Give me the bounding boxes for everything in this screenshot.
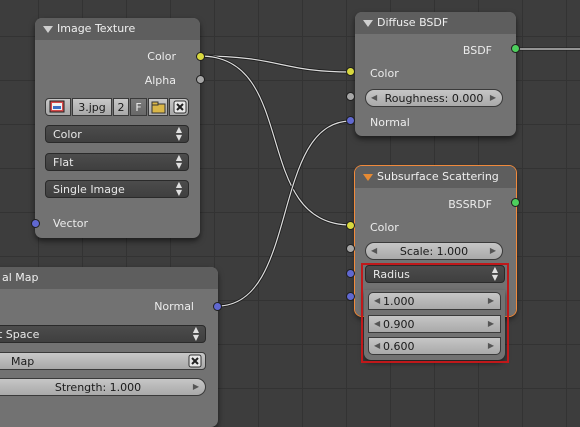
- strength-field[interactable]: Strength: 1.000 ▶: [0, 378, 206, 396]
- node-header[interactable]: Image Texture: [35, 18, 200, 40]
- link-normal-to-diffuse: [216, 119, 352, 308]
- increment-arrow-icon[interactable]: ▶: [490, 93, 496, 102]
- node-header[interactable]: Subsurface Scattering: [355, 166, 516, 188]
- node-header[interactable]: Diffuse BSDF: [355, 12, 516, 34]
- socket-diffuse-roughness-in[interactable]: [346, 92, 355, 101]
- input-color-label: Color: [370, 221, 399, 234]
- node-title: Subsurface Scattering: [377, 170, 499, 183]
- socket-diffuse-normal-in[interactable]: [346, 116, 355, 125]
- uv-map-field[interactable]: Map: [0, 352, 206, 370]
- output-bsdf-label: BSDF: [462, 44, 492, 57]
- collapse-triangle-icon[interactable]: [363, 174, 373, 181]
- node-title: al Map: [2, 271, 39, 284]
- input-vector-label: Vector: [53, 217, 89, 230]
- image-name-field[interactable]: 3.jpg: [72, 98, 112, 116]
- roughness-field[interactable]: ◀ Roughness: 0.000 ▶: [365, 89, 503, 107]
- socket-sss-radius-in[interactable]: [346, 269, 355, 278]
- socket-diffuse-bsdf-out[interactable]: [511, 44, 520, 53]
- link-color-to-diffuse: [199, 54, 352, 74]
- output-alpha-label: Alpha: [144, 74, 176, 87]
- socket-image-color-out[interactable]: [196, 52, 205, 61]
- input-normal-label: Normal: [370, 116, 410, 129]
- radius-highlight-box: [361, 263, 509, 363]
- unlink-image-button[interactable]: [169, 98, 189, 116]
- socket-normal-map-out[interactable]: [213, 302, 222, 311]
- socket-diffuse-color-in[interactable]: [346, 67, 355, 76]
- image-texture-node[interactable]: Image Texture Color Alpha 3.jpg 2 F Colo…: [35, 18, 200, 238]
- normal-map-node[interactable]: al Map Normal t Space ▲ ▼ Map Strength: 1…: [0, 267, 218, 427]
- socket-sss-color-in[interactable]: [346, 221, 355, 230]
- image-users-count[interactable]: 2: [113, 98, 129, 116]
- color-space-dropdown[interactable]: Color ▲ ▼: [45, 125, 189, 143]
- output-bssrdf-label: BSSRDF: [448, 198, 492, 211]
- image-browse-button[interactable]: [45, 98, 71, 116]
- projection-dropdown[interactable]: Flat ▲ ▼: [45, 153, 189, 171]
- scale-field[interactable]: ◀ Scale: 1.000 ▶: [365, 242, 503, 260]
- image-icon: [49, 100, 65, 113]
- increment-arrow-icon[interactable]: ▶: [490, 246, 496, 255]
- output-color-label: Color: [147, 50, 176, 63]
- dropdown-arrows-icon: ▲ ▼: [192, 325, 199, 342]
- link-color-to-sss: [199, 54, 352, 227]
- node-title: Diffuse BSDF: [377, 16, 449, 29]
- socket-sss-normal-in[interactable]: [346, 292, 355, 301]
- space-dropdown[interactable]: t Space ▲ ▼: [0, 325, 206, 343]
- dropdown-arrows-icon: ▲ ▼: [175, 125, 182, 142]
- input-color-label: Color: [370, 67, 399, 80]
- source-dropdown[interactable]: Single Image ▲ ▼: [45, 180, 189, 198]
- close-icon[interactable]: [188, 354, 202, 368]
- node-title: Image Texture: [57, 22, 136, 35]
- node-header[interactable]: al Map: [0, 267, 218, 289]
- collapse-triangle-icon[interactable]: [43, 26, 53, 33]
- socket-image-vector-in[interactable]: [31, 219, 40, 228]
- folder-icon: [151, 101, 166, 114]
- increment-arrow-icon[interactable]: ▶: [193, 382, 199, 391]
- open-image-button[interactable]: [148, 98, 168, 116]
- socket-sss-scale-in[interactable]: [346, 244, 355, 253]
- dropdown-arrows-icon: ▲ ▼: [175, 180, 182, 197]
- fake-user-button[interactable]: F: [130, 98, 147, 116]
- dropdown-arrows-icon: ▲ ▼: [175, 153, 182, 170]
- diffuse-bsdf-node[interactable]: Diffuse BSDF BSDF Color ◀ Roughness: 0.0…: [355, 12, 516, 136]
- socket-image-alpha-out[interactable]: [196, 75, 205, 84]
- close-icon: [173, 100, 187, 114]
- socket-sss-bssrdf-out[interactable]: [511, 198, 520, 207]
- collapse-triangle-icon[interactable]: [363, 20, 373, 27]
- output-normal-label: Normal: [154, 300, 194, 313]
